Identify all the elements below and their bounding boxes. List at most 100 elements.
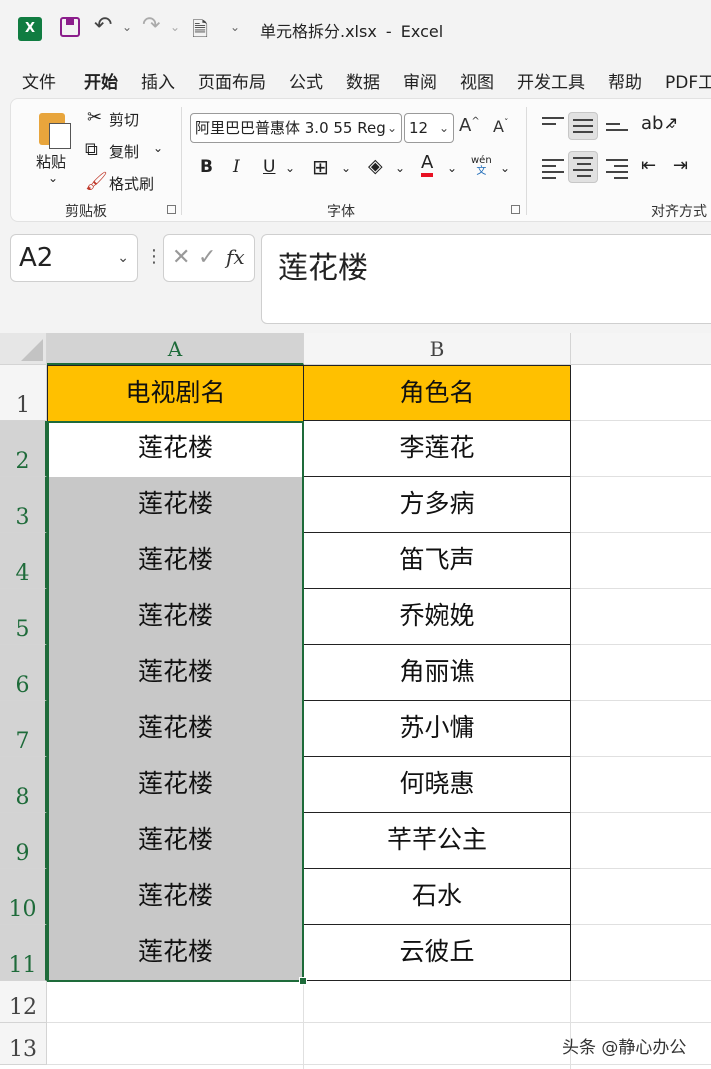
more-options-icon[interactable]: ⋮ [145, 246, 163, 267]
save-icon[interactable] [60, 17, 80, 37]
phonetic-guide-icon[interactable]: wén 文 [471, 155, 492, 177]
row-header-11[interactable]: 11 [0, 925, 47, 981]
paste-button[interactable]: 粘贴 [36, 151, 66, 172]
row-header-1[interactable]: 1 [0, 365, 47, 421]
tab-file[interactable]: 文件 [22, 68, 56, 93]
row-header-9[interactable]: 9 [0, 813, 47, 869]
cell-b5[interactable]: 乔婉娩 [303, 588, 571, 645]
copy-icon[interactable]: ⧉ [85, 139, 98, 160]
redo-icon[interactable]: ↷ [142, 13, 160, 38]
tab-help[interactable]: 帮助 [608, 68, 642, 93]
tab-review[interactable]: 审阅 [403, 68, 437, 93]
align-right-icon[interactable] [606, 155, 628, 183]
align-center-icon[interactable] [568, 151, 598, 183]
italic-button[interactable]: I [233, 157, 240, 177]
align-bottom-icon[interactable] [606, 119, 628, 135]
cut-icon[interactable]: ✂ [87, 107, 102, 128]
column-header-b[interactable]: B [304, 333, 571, 365]
fill-color-dropdown-icon[interactable]: ⌄ [395, 161, 405, 175]
cut-button[interactable]: 剪切 [109, 109, 139, 130]
row-header-3[interactable]: 3 [0, 477, 47, 533]
row-header-2[interactable]: 2 [0, 421, 47, 477]
tab-insert[interactable]: 插入 [141, 68, 175, 93]
cell-a2[interactable]: 莲花楼 [47, 421, 304, 477]
enter-icon[interactable]: ✓ [198, 245, 216, 270]
decrease-indent-icon[interactable]: ⇤ [641, 155, 656, 176]
tab-developer[interactable]: 开发工具 [517, 68, 585, 93]
row-header-13[interactable]: 13 [0, 1023, 47, 1065]
undo-icon[interactable]: ↶ [94, 13, 112, 38]
cell-b9[interactable]: 芊芊公主 [303, 812, 571, 869]
tab-data[interactable]: 数据 [346, 68, 380, 93]
cell-b11[interactable]: 云彼丘 [303, 924, 571, 981]
column-header-a[interactable]: A [47, 333, 304, 365]
format-painter-button[interactable]: 格式刷 [109, 173, 154, 194]
cell-a8[interactable]: 莲花楼 [47, 757, 304, 813]
tab-formulas[interactable]: 公式 [289, 68, 323, 93]
align-middle-icon[interactable] [568, 112, 598, 140]
font-launcher-icon[interactable] [511, 205, 520, 214]
row-header-10[interactable]: 10 [0, 869, 47, 925]
row-header-8[interactable]: 8 [0, 757, 47, 813]
increase-font-size-icon[interactable]: A^ [459, 115, 480, 136]
print-preview-icon[interactable]: 🗎 [192, 15, 208, 49]
cell-b8[interactable]: 何晓惠 [303, 756, 571, 813]
undo-dropdown-icon[interactable]: ⌄ [122, 20, 132, 34]
cell-b4[interactable]: 笛飞声 [303, 532, 571, 589]
format-painter-icon[interactable]: 🖌 [85, 171, 108, 192]
align-top-icon[interactable] [542, 113, 564, 129]
clipboard-launcher-icon[interactable] [167, 205, 176, 214]
worksheet-grid[interactable]: A B 1 电视剧名 角色名 2 莲花楼 李莲花 3 莲花楼 方多病 4 莲花楼 笛飞声 5 莲花楼 乔婉娩… [0, 333, 711, 1069]
paste-icon[interactable] [35, 109, 75, 149]
cell-a6[interactable]: 莲花楼 [47, 645, 304, 701]
cell-b7[interactable]: 苏小慵 [303, 700, 571, 757]
row-header-12[interactable]: 12 [0, 981, 47, 1023]
align-left-icon[interactable] [542, 155, 564, 183]
cell-b3[interactable]: 方多病 [303, 476, 571, 533]
formula-input[interactable]: 莲花楼 [261, 234, 711, 324]
orientation-dropdown-icon[interactable]: ⌄ [667, 117, 677, 131]
tab-home[interactable]: 开始 [84, 68, 118, 101]
name-box[interactable]: A2 ⌄ [10, 234, 138, 282]
row-header-6[interactable]: 6 [0, 645, 47, 701]
cancel-icon[interactable]: ✕ [172, 245, 190, 270]
bold-button[interactable]: B [200, 157, 213, 177]
insert-function-button[interactable]: fx [226, 245, 245, 269]
select-all-button[interactable] [0, 333, 47, 365]
tab-page-layout[interactable]: 页面布局 [198, 68, 266, 93]
underline-button[interactable]: U [263, 157, 275, 177]
cell-b10[interactable]: 石水 [303, 868, 571, 925]
row-header-5[interactable]: 5 [0, 589, 47, 645]
increase-indent-icon[interactable]: ⇥ [673, 155, 688, 176]
copy-button[interactable]: 复制 [109, 141, 139, 162]
borders-dropdown-icon[interactable]: ⌄ [341, 161, 351, 175]
fill-color-icon[interactable]: ◈ [368, 155, 383, 177]
paste-dropdown-icon[interactable]: ⌄ [48, 171, 58, 185]
cell-a4[interactable]: 莲花楼 [47, 533, 304, 589]
font-size-select[interactable]: 12 ⌄ [404, 113, 454, 143]
cell-a3[interactable]: 莲花楼 [47, 477, 304, 533]
copy-dropdown-icon[interactable]: ⌄ [153, 141, 163, 155]
cell-a10[interactable]: 莲花楼 [47, 869, 304, 925]
cell-b6[interactable]: 角丽谯 [303, 644, 571, 701]
row-header-4[interactable]: 4 [0, 533, 47, 589]
underline-dropdown-icon[interactable]: ⌄ [285, 161, 295, 175]
customize-toolbar-icon[interactable]: ⌄ [230, 20, 240, 34]
font-color-button[interactable]: A [421, 153, 434, 177]
header-cell-a[interactable]: 电视剧名 [47, 365, 304, 422]
decrease-font-size-icon[interactable]: Aˇ [493, 117, 508, 136]
cell-a11[interactable]: 莲花楼 [47, 925, 304, 981]
borders-icon[interactable]: ⊞ [312, 155, 329, 179]
redo-dropdown-icon[interactable]: ⌄ [170, 20, 180, 34]
font-color-dropdown-icon[interactable]: ⌄ [447, 161, 457, 175]
tab-view[interactable]: 视图 [460, 68, 494, 93]
row-header-7[interactable]: 7 [0, 701, 47, 757]
cell-b2[interactable]: 李莲花 [303, 420, 571, 477]
tab-pdf[interactable]: PDF工 [665, 68, 711, 93]
fill-handle[interactable] [299, 977, 307, 985]
cell-a7[interactable]: 莲花楼 [47, 701, 304, 757]
header-cell-b[interactable]: 角色名 [303, 365, 571, 422]
font-name-select[interactable]: 阿里巴巴普惠体 3.0 55 Regu ⌄ [190, 113, 402, 143]
column-header-c[interactable] [571, 333, 711, 365]
phonetic-dropdown-icon[interactable]: ⌄ [500, 161, 510, 175]
